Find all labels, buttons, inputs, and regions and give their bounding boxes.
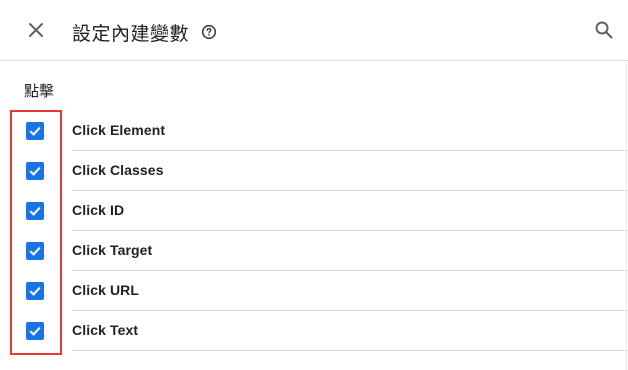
dialog-title: 設定內建變數 <box>72 23 190 45</box>
panel-edge <box>626 61 627 370</box>
variable-row-click-url[interactable]: Click URL <box>0 271 628 311</box>
section-title-click: 點擊 <box>24 82 55 100</box>
variable-row-click-classes[interactable]: Click Classes <box>0 151 628 191</box>
close-icon <box>29 23 43 37</box>
variable-row-click-target[interactable]: Click Target <box>0 231 628 271</box>
variable-row-click-id[interactable]: Click ID <box>0 191 628 231</box>
variable-row-click-text[interactable]: Click Text <box>0 311 628 351</box>
help-circle-icon[interactable] <box>201 24 217 40</box>
variable-row-click-element[interactable]: Click Element <box>0 111 628 151</box>
search-icon[interactable] <box>592 18 616 42</box>
variable-label: Click ID <box>72 202 125 218</box>
row-divider <box>72 350 628 351</box>
variable-label: Click URL <box>72 282 140 298</box>
variable-label: Click Text <box>72 322 139 338</box>
variable-label: Click Target <box>72 242 153 258</box>
variable-label: Click Element <box>72 122 166 138</box>
variable-label: Click Classes <box>72 162 164 178</box>
dialog-header: 設定內建變數 <box>0 0 628 61</box>
checkbox-highlight-box <box>10 110 62 355</box>
close-button[interactable] <box>22 16 50 44</box>
